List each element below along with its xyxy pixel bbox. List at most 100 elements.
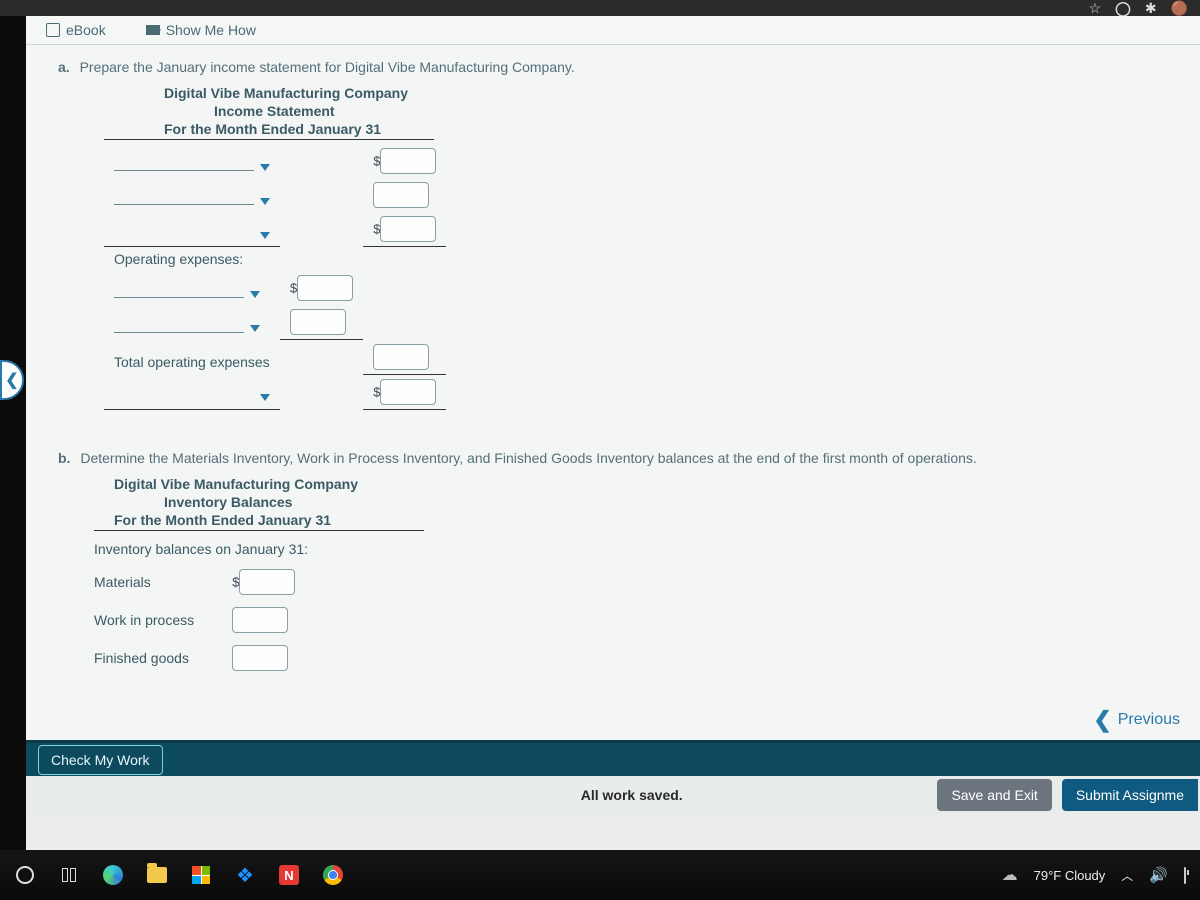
opex-dropdown-1[interactable] [114,297,244,298]
weather-text[interactable]: 79°F Cloudy [1034,868,1106,883]
fg-row: Finished goods [84,639,318,677]
account-dropdown-2[interactable] [114,204,254,205]
nav-row: ❮ Previous [26,700,1200,740]
weather-icon[interactable]: ☁ [1002,865,1018,885]
footer-strip [26,814,1200,850]
chevron-down-icon[interactable] [250,325,260,332]
chrome-icon[interactable] [322,864,344,886]
chevron-down-icon[interactable] [250,291,260,298]
income-statement-header: Digital Vibe Manufacturing Company Incom… [164,85,1172,137]
notification-app-icon[interactable]: N [278,864,300,886]
inv-company: Digital Vibe Manufacturing Company [114,476,1172,492]
check-my-work-button[interactable]: Check My Work [38,745,163,775]
submit-assignment-button[interactable]: Submit Assignme [1062,779,1198,811]
assignment-app: eBook Show Me How a. Prepare the January… [26,16,1200,850]
amount-input-3[interactable] [380,216,436,242]
fg-label: Finished goods [84,639,222,677]
chevron-down-icon[interactable] [260,394,270,401]
chevron-down-icon[interactable] [260,164,270,171]
chevron-down-icon[interactable] [260,232,270,239]
tray-chevron-icon[interactable]: ︿ [1121,867,1133,884]
ebook-link[interactable]: eBook [46,22,106,38]
star-outline-icon[interactable]: ☆ [1089,0,1102,17]
book-icon [46,23,60,37]
total-opex-amount[interactable] [373,344,429,370]
part-b-text: Determine the Materials Inventory, Work … [80,450,976,466]
opex-dropdown-2[interactable] [114,332,244,333]
line-1: $ [104,144,446,178]
statement-period: For the Month Ended January 31 [164,121,1172,137]
show-me-how-link[interactable]: Show Me How [146,22,256,38]
statement-title: Income Statement [214,103,1172,119]
volume-icon[interactable]: 🔊 [1149,866,1168,884]
extension-icon[interactable]: ✱ [1145,0,1157,17]
dollar-sign: $ [373,222,380,237]
dollar-sign: $ [290,281,297,296]
circle-icon[interactable]: ◯ [1115,0,1131,17]
wip-input[interactable] [232,607,288,633]
dollar-sign: $ [232,574,239,589]
previous-button[interactable]: ❮ Previous [1093,707,1180,733]
amount-input-2[interactable] [373,182,429,208]
save-row: All work saved. Save and Exit Submit Ass… [26,776,1200,814]
wip-row: Work in process [84,601,318,639]
inv-section-label: Inventory balances on January 31: [84,535,318,563]
inv-title: Inventory Balances [164,494,1172,510]
total-opex-label: Total operating expenses [104,340,280,375]
amount-input-1[interactable] [380,148,436,174]
screen-bezel [0,16,26,850]
part-a-prompt: a. Prepare the January income statement … [58,59,1168,75]
operating-expenses-label: Operating expenses: [104,247,446,272]
dropbox-icon[interactable]: ❖ [234,864,256,886]
fg-input[interactable] [232,645,288,671]
inventory-header: Digital Vibe Manufacturing Company Inven… [114,476,1172,528]
dollar-sign: $ [373,154,380,169]
company-name: Digital Vibe Manufacturing Company [164,85,1172,101]
line-3: $ [104,212,446,247]
part-b: b. Determine the Materials Inventory, Wo… [54,450,1172,677]
resource-toolbar: eBook Show Me How [26,16,1200,45]
total-opex-row: Total operating expenses [104,340,446,375]
chevron-down-icon[interactable] [260,198,270,205]
line-2 [104,178,446,212]
opex-line-1: $ [104,271,446,305]
opex-amount-2[interactable] [290,309,346,335]
battery-icon[interactable] [1184,868,1186,883]
dollar-sign: $ [373,384,380,399]
account-dropdown-1[interactable] [114,170,254,171]
part-a-text: Prepare the January income statement for… [80,59,575,75]
save-and-exit-button[interactable]: Save and Exit [937,779,1051,811]
materials-row: Materials $ [84,563,318,601]
ms-store-icon[interactable] [190,864,212,886]
inv-header-rule [94,530,424,531]
task-view-icon[interactable] [58,864,80,886]
opex-line-2 [104,305,446,340]
save-status: All work saved. [326,787,937,803]
part-b-prompt: b. Determine the Materials Inventory, Wo… [58,450,1168,466]
ebook-label: eBook [66,22,106,38]
browser-chrome: ☆ ◯ ✱ 🟤 [0,0,1200,16]
inv-period: For the Month Ended January 31 [114,512,1172,528]
part-a-letter: a. [58,59,70,75]
previous-label: Previous [1118,711,1180,729]
taskbar-right: ☁ 79°F Cloudy ︿ 🔊 [1002,865,1186,885]
edge-icon[interactable] [102,864,124,886]
check-bar: Check My Work [26,740,1200,776]
opex-amount-1[interactable] [297,275,353,301]
avatar-icon[interactable]: 🟤 [1171,0,1188,17]
taskbar-left: ❖ N [14,864,344,886]
part-b-letter: b. [58,450,70,466]
income-statement-table: $ $ Operating expenses: $ [104,144,446,410]
video-icon [146,25,160,35]
header-rule [104,139,434,140]
final-line: $ [104,374,446,409]
wip-label: Work in process [84,601,222,639]
chevron-left-icon: ❮ [1093,707,1111,733]
inventory-table: Inventory balances on January 31: Materi… [84,535,318,677]
windows-taskbar: ❖ N ☁ 79°F Cloudy ︿ 🔊 [0,850,1200,900]
show-label: Show Me How [166,22,256,38]
materials-input[interactable] [239,569,295,595]
final-amount[interactable] [380,379,436,405]
file-explorer-icon[interactable] [146,864,168,886]
start-button[interactable] [14,864,36,886]
